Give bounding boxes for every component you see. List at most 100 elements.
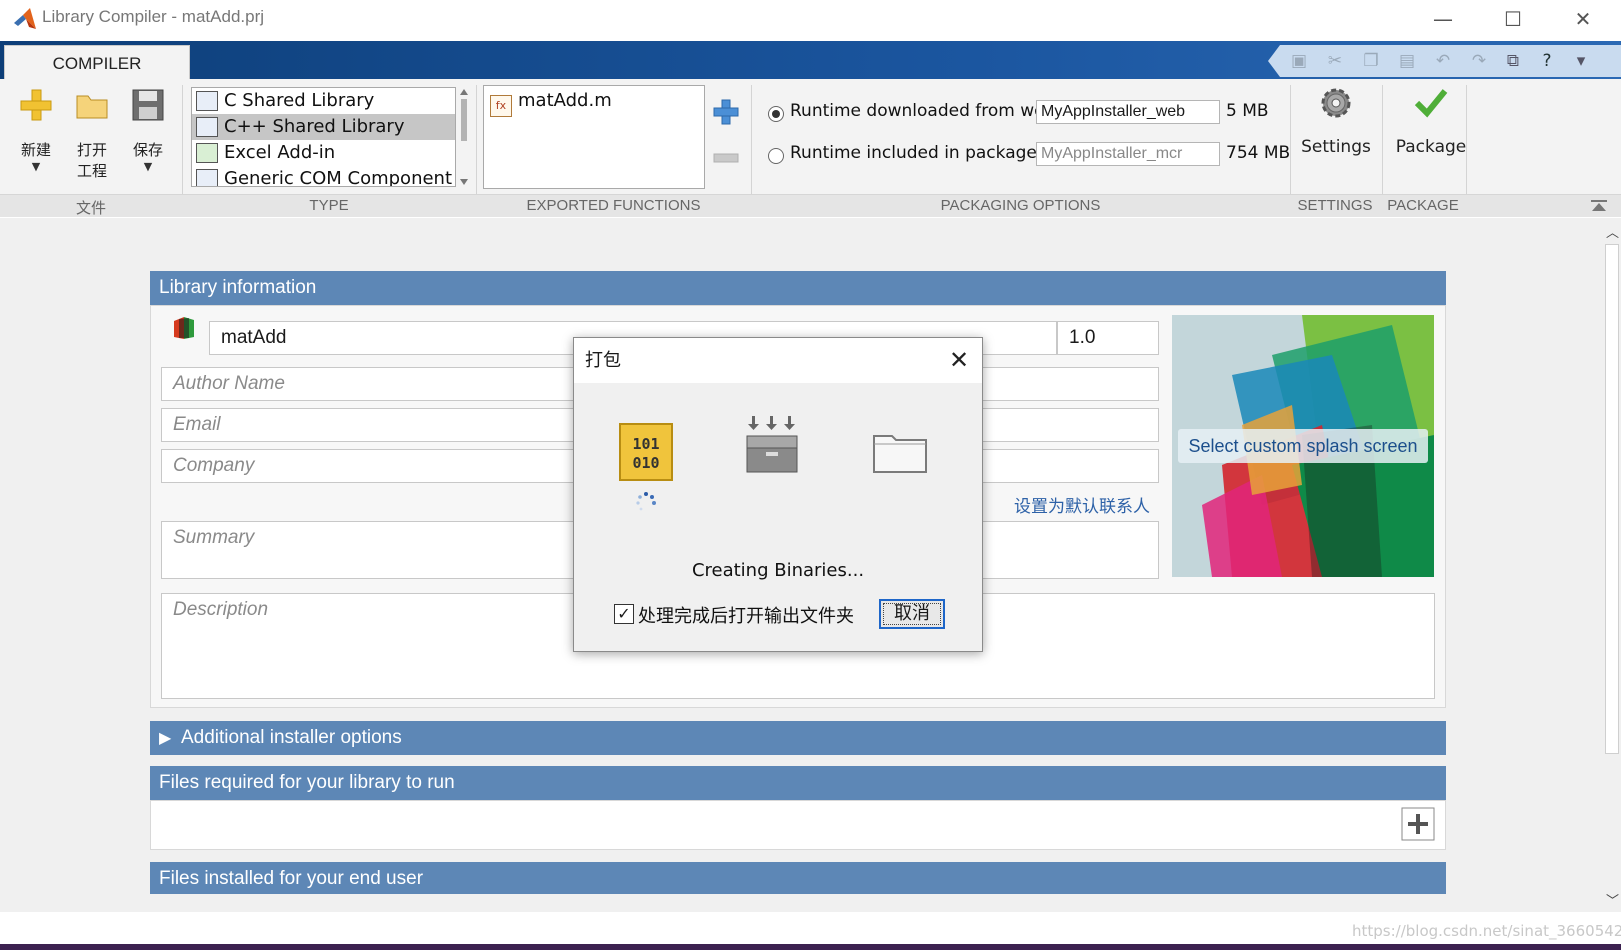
exported-functions-list[interactable]: fx matAdd.m xyxy=(483,85,705,189)
add-function-icon[interactable] xyxy=(713,99,739,125)
group-label-settings: SETTINGS xyxy=(1297,197,1373,214)
cut-icon[interactable]: ✂ xyxy=(1324,50,1346,72)
library-icon xyxy=(196,91,218,111)
open-project-button[interactable]: 打开 工程 xyxy=(70,87,114,181)
new-button[interactable]: 新建 ▼ xyxy=(14,87,58,173)
open-output-folder-label: 处理完成后打开输出文件夹 xyxy=(638,606,854,627)
settings-button[interactable]: Settings xyxy=(1296,85,1376,157)
runtime-package-label: Runtime included in package xyxy=(790,143,1037,163)
scroll-up-icon[interactable]: ︿ xyxy=(1606,222,1619,241)
files-required-header: Files required for your library to run xyxy=(150,766,1446,800)
com-icon xyxy=(196,169,218,186)
binary-text-line-2: 010 xyxy=(632,454,659,472)
main-scrollbar[interactable]: ︿ ﹀ xyxy=(1603,218,1621,912)
scroll-down-icon[interactable]: ﹀ xyxy=(1606,890,1619,909)
maximize-button[interactable]: ☐ xyxy=(1491,4,1535,34)
tab-compiler[interactable]: COMPILER xyxy=(4,45,190,81)
additional-installer-options-header[interactable]: ▶ Additional installer options xyxy=(150,721,1446,755)
remove-function-icon[interactable] xyxy=(713,151,739,165)
chevron-down-icon: ▼ xyxy=(31,160,41,173)
scrollbar-thumb[interactable] xyxy=(1605,244,1619,754)
ribbon-body: 新建 ▼ 打开 工程 保存 ▼ C Shared Library C++ Sha… xyxy=(0,79,1621,217)
version-input[interactable]: 1.0 xyxy=(1057,321,1159,355)
cancel-button[interactable]: 取消 xyxy=(879,599,945,629)
chevron-down-icon: ▼ xyxy=(143,160,153,173)
group-label-type: TYPE xyxy=(309,197,349,214)
cpp-library-icon xyxy=(196,117,218,137)
type-item-excel-addin[interactable]: Excel Add-in xyxy=(192,140,455,166)
window-switch-icon[interactable]: ⧉ xyxy=(1502,50,1524,72)
packaging-dialog: 打包 ✕ 101 010 Creating Binaries... ✓ 处理完成… xyxy=(573,337,983,652)
mcr-size-label: 754 MB xyxy=(1226,143,1291,163)
save-icon[interactable]: ▣ xyxy=(1288,50,1310,72)
mcr-installer-name-input[interactable]: MyAppInstaller_mcr xyxy=(1036,142,1220,166)
type-list-scrollbar[interactable] xyxy=(458,87,470,187)
paste-icon[interactable]: ▤ xyxy=(1396,50,1418,72)
undo-icon[interactable]: ↶ xyxy=(1432,50,1454,72)
open-label-2: 工程 xyxy=(76,162,107,180)
type-item-generic-com[interactable]: Generic COM Component xyxy=(192,166,455,187)
binary-text-line-1: 101 xyxy=(632,435,659,453)
save-button[interactable]: 保存 ▼ xyxy=(126,87,170,173)
save-label: 保存 xyxy=(132,141,163,159)
web-installer-name-input[interactable]: MyAppInstaller_web xyxy=(1036,100,1220,124)
runtime-web-radio[interactable] xyxy=(768,106,784,122)
excel-icon xyxy=(196,143,218,163)
redo-icon[interactable]: ↷ xyxy=(1468,50,1490,72)
ribbon-tab-strip: COMPILER ▣ ✂ ❐ ▤ ↶ ↷ ⧉ ? ▾ xyxy=(0,41,1621,81)
options-dropdown-icon[interactable]: ▾ xyxy=(1570,50,1592,72)
group-label-package: PACKAGE xyxy=(1387,197,1459,214)
expand-triangle-icon: ▶ xyxy=(159,730,172,747)
output-folder-icon xyxy=(873,435,927,473)
open-label: 打开 xyxy=(76,141,107,159)
type-item-label: C Shared Library xyxy=(224,90,375,111)
group-label-exported: EXPORTED FUNCTIONS xyxy=(526,197,701,214)
type-item-label: Generic COM Component xyxy=(224,168,453,187)
files-required-panel xyxy=(150,800,1446,850)
quick-access-toolbar: ▣ ✂ ❐ ▤ ↶ ↷ ⧉ ? ▾ xyxy=(1268,45,1621,77)
type-item-cpp-shared[interactable]: C++ Shared Library xyxy=(192,114,455,140)
type-item-label: Excel Add-in xyxy=(224,142,336,163)
window-bottom-border xyxy=(0,944,1621,950)
plus-icon xyxy=(20,89,52,121)
dialog-status-text: Creating Binaries... xyxy=(691,560,865,581)
type-item-c-shared[interactable]: C Shared Library xyxy=(192,88,455,114)
library-icon[interactable] xyxy=(170,315,196,341)
type-item-label: C++ Shared Library xyxy=(224,116,405,137)
copy-icon[interactable]: ❐ xyxy=(1360,50,1382,72)
function-item[interactable]: fx matAdd.m xyxy=(490,90,612,117)
function-item-label: matAdd.m xyxy=(518,90,612,111)
checkmark-icon xyxy=(1414,89,1448,118)
new-label: 新建 xyxy=(20,141,51,159)
loading-spinner-icon xyxy=(636,492,656,511)
type-list[interactable]: C Shared Library C++ Shared Library Exce… xyxy=(191,87,456,187)
archive-box-icon xyxy=(746,416,798,473)
group-label-packaging: PACKAGING OPTIONS xyxy=(940,197,1101,214)
dialog-close-button[interactable]: ✕ xyxy=(944,346,974,376)
open-output-folder-checkbox[interactable]: ✓ xyxy=(614,604,634,624)
runtime-package-radio[interactable] xyxy=(768,148,784,164)
minimize-button[interactable]: — xyxy=(1421,4,1465,34)
floppy-disk-icon xyxy=(132,89,164,121)
window-title: Library Compiler - matAdd.prj xyxy=(42,7,265,26)
package-label: Package xyxy=(1395,137,1467,157)
splash-screen-preview[interactable]: Select custom splash screen xyxy=(1172,315,1434,577)
library-info-header: Library information xyxy=(150,271,1446,305)
gear-icon xyxy=(1321,88,1351,118)
dialog-title: 打包 xyxy=(574,338,982,383)
settings-label: Settings xyxy=(1301,137,1371,157)
ribbon-group-labels: 文件 TYPE EXPORTED FUNCTIONS PACKAGING OPT… xyxy=(0,194,1621,217)
add-file-icon[interactable] xyxy=(1401,807,1435,841)
folder-icon xyxy=(76,95,108,119)
help-icon[interactable]: ? xyxy=(1536,50,1558,72)
set-default-contact-link[interactable]: 设置为默认联系人 xyxy=(1014,492,1150,517)
runtime-web-label: Runtime downloaded from web xyxy=(790,101,1056,121)
files-installed-header: Files installed for your end user xyxy=(150,862,1446,894)
additional-installer-options-label: Additional installer options xyxy=(181,727,402,748)
close-window-button[interactable]: ✕ xyxy=(1561,4,1605,34)
package-button[interactable]: Package xyxy=(1386,85,1476,157)
collapse-ribbon-icon[interactable] xyxy=(1590,198,1608,214)
group-label-file: 文件 xyxy=(75,200,106,217)
matlab-logo-icon xyxy=(14,8,36,29)
watermark: https://blog.csdn.net/sinat_36605429 xyxy=(1352,922,1621,940)
